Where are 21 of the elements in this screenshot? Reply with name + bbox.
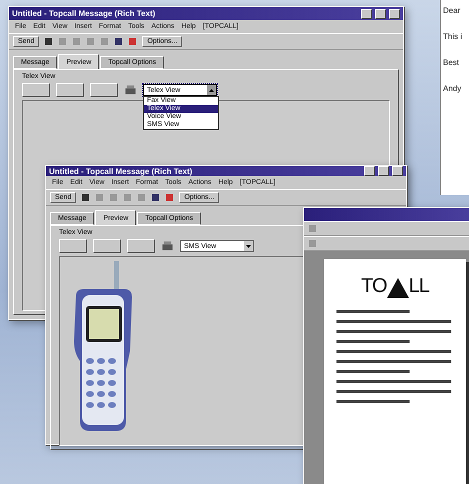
first-button[interactable] <box>59 239 87 253</box>
next-button[interactable] <box>127 239 155 253</box>
previous-button[interactable] <box>93 239 121 253</box>
maximize-button[interactable] <box>378 166 389 176</box>
logo: TO LL <box>360 275 430 298</box>
letter-line: Dear <box>443 6 462 15</box>
close-button[interactable] <box>389 8 400 18</box>
minimize-button[interactable] <box>364 166 375 176</box>
next-button[interactable] <box>90 83 118 97</box>
printer-icon[interactable] <box>124 84 137 96</box>
window-title: Untitled - Topcall Message (Rich Text) <box>49 166 194 176</box>
letter-line: Best <box>443 58 460 67</box>
first-button[interactable] <box>22 83 50 97</box>
printer-icon[interactable] <box>161 240 174 252</box>
window-title: Untitled - Topcall Message (Rich Text) <box>12 9 156 18</box>
close-button[interactable] <box>392 166 403 176</box>
previous-button[interactable] <box>56 83 84 97</box>
minimize-button[interactable] <box>361 8 372 18</box>
maximize-button[interactable] <box>375 8 386 18</box>
letter-line: This i <box>443 32 464 41</box>
letter-line: Andy <box>443 84 462 93</box>
